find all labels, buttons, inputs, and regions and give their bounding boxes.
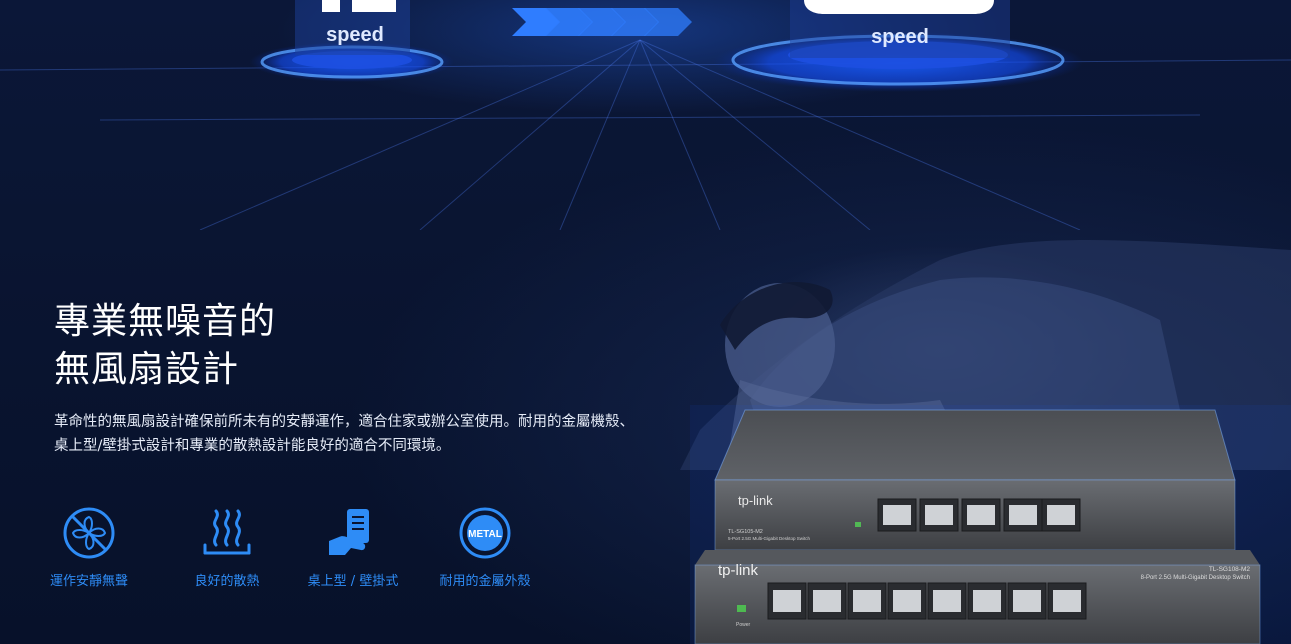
top-subtitle-text: 5-Port 2.5G Multi-Gigabit Desktop Switch	[728, 536, 811, 541]
feature-label: 耐用的金屬外殼	[439, 574, 531, 589]
title-line-1: 專業無噪音的	[54, 301, 277, 342]
feature-label: 運作安靜無聲	[49, 574, 128, 589]
bottom-brand-logo: tp-link	[718, 562, 759, 579]
title-line-2: 無風扇設計	[54, 349, 240, 390]
product-image-switches: tp-link TL-SG105-M2 5-Port 2.5G Multi-Gi…	[690, 405, 1291, 644]
desktop-wall-mount-icon	[329, 509, 369, 555]
feature-label: 良好的散熱	[194, 574, 260, 589]
feature-desktop-wall-mount: 桌上型 / 壁掛式	[298, 505, 408, 591]
bottom-subtitle-text: 8-Port 2.5G Multi-Gigabit Desktop Switch	[1141, 575, 1250, 581]
heat-dissipation-icon	[203, 509, 251, 555]
top-brand-logo: tp-link	[738, 493, 773, 508]
speed-comparison-graphic	[0, 0, 1291, 230]
metal-icon-text: METAL	[468, 529, 502, 540]
metal-case-icon: METAL	[459, 507, 511, 559]
top-model-text: TL-SG105-M2	[728, 529, 763, 535]
feature-fanless: 運作安靜無聲	[34, 505, 144, 591]
right-speed-label: speed	[871, 26, 929, 48]
power-label: Power	[736, 622, 751, 628]
feature-list: 運作安靜無聲 良好的散熱 桌上型 / 壁掛式 METAL 耐用的金屬外殼	[50, 505, 572, 625]
left-speed-label: speed	[326, 24, 384, 46]
section-description: 革命性的無風扇設計確保前所未有的安靜運作，適合住家或辦公室使用。耐用的金屬機殼、…	[54, 414, 634, 454]
section-title: 專業無噪音的 無風扇設計	[54, 298, 276, 394]
feature-heat-dissipation: 良好的散熱	[172, 505, 282, 591]
fanless-icon	[63, 507, 115, 559]
feature-label: 桌上型 / 壁掛式	[307, 574, 399, 589]
bottom-model-text: TL-SG108-M2	[1209, 566, 1251, 573]
hero-background: speed speed 專業無噪音的 無風扇設計 革命性的無風扇設計確保前所未有…	[0, 0, 1291, 644]
feature-metal-case: METAL 耐用的金屬外殼	[430, 505, 540, 591]
